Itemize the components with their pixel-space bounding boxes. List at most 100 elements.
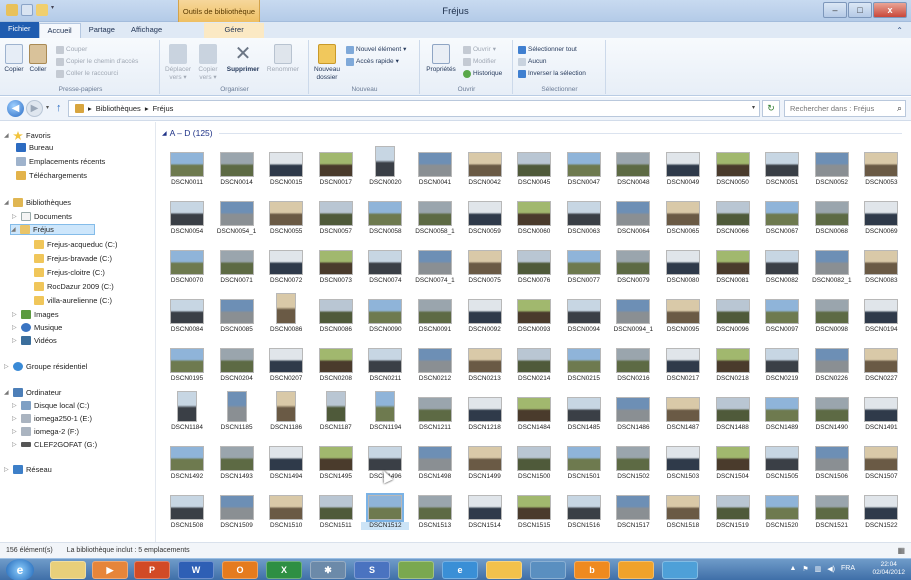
file-thumbnail[interactable]: DSCN1490 [808,397,856,432]
edit-button[interactable]: Modifier [463,58,496,66]
new-item-button[interactable]: Nouvel élément ▾ [346,46,406,54]
file-thumbnail[interactable]: DSCN1512 [361,493,410,530]
file-thumbnail[interactable]: DSCN0217 [659,348,707,383]
back-button[interactable]: ◀ [7,100,24,117]
file-thumbnail[interactable]: DSCN0069 [857,201,905,236]
file-thumbnail[interactable]: DSCN0097 [758,299,806,334]
file-thumbnail[interactable]: DSCN0077 [560,250,608,285]
screen-taskbar-icon[interactable] [662,561,698,579]
file-thumbnail[interactable]: DSCN0094_1 [609,299,657,334]
expand-arrow-icon[interactable]: ▷ [4,363,10,370]
file-thumbnail[interactable]: DSCN0076 [510,250,558,285]
file-thumbnail[interactable]: DSCN0070 [163,250,211,285]
file-thumbnail[interactable]: DSCN1510 [262,495,310,530]
file-thumbnail[interactable]: DSCN0065 [659,201,707,236]
file-thumbnail[interactable]: DSCN0058_1 [411,201,459,236]
file-thumbnail[interactable]: DSCN1521 [808,495,856,530]
nav-frejus[interactable]: ◢ Fréjus [10,224,95,235]
select-all-button[interactable]: Sélectionner tout [518,46,577,54]
cut-button[interactable]: Couper [56,46,87,54]
nav-drive[interactable]: ▷ CLEF2GOFAT (G:) [12,440,97,449]
file-thumbnail[interactable]: DSCN1194 [361,391,409,432]
copy-path-button[interactable]: Copier le chemin d'accès [56,58,138,66]
minimize-button[interactable]: – [823,2,847,18]
volume-icon[interactable]: ◀) [827,565,835,573]
file-thumbnail[interactable]: DSCN1485 [560,397,608,432]
copy-button[interactable]: Copier [4,44,24,74]
file-thumbnail[interactable]: DSCN1508 [163,495,211,530]
file-thumbnail[interactable]: DSCN0074 [361,250,409,285]
tab-gerer[interactable]: Gérer [204,23,265,38]
file-thumbnail[interactable]: DSCN1517 [609,495,657,530]
file-thumbnail[interactable]: DSCN1522 [857,495,905,530]
file-thumbnail[interactable]: DSCN0219 [758,348,806,383]
file-thumbnail[interactable]: DSCN0074_1 [411,250,459,285]
file-thumbnail[interactable]: DSCN1514 [461,495,509,530]
file-thumbnail[interactable]: DSCN1501 [560,446,608,481]
file-thumbnail[interactable]: DSCN0015 [262,152,310,187]
file-thumbnail[interactable]: DSCN0083 [857,250,905,285]
file-thumbnail[interactable]: DSCN0207 [262,348,310,383]
file-thumbnail[interactable]: DSCN0071 [213,250,261,285]
file-thumbnail[interactable]: DSCN1495 [312,446,360,481]
file-thumbnail[interactable]: DSCN0057 [312,201,360,236]
file-thumbnail[interactable]: DSCN0090 [361,299,409,334]
expand-arrow-icon[interactable]: ▷ [4,466,10,473]
collapse-arrow-icon[interactable]: ◢ [4,132,10,139]
file-thumbnail[interactable]: DSCN1211 [411,397,459,432]
nav-bibliotheques[interactable]: ◢ Bibliothèques [4,198,71,207]
file-thumbnail[interactable]: DSCN0213 [461,348,509,383]
nav-frejus-sub[interactable]: Frejus-cloitre (C:) [34,268,105,277]
file-thumbnail[interactable]: DSCN1515 [510,495,558,530]
file-thumbnail[interactable]: DSCN0208 [312,348,360,383]
file-thumbnail[interactable]: DSCN0011 [163,152,211,187]
language-indicator[interactable]: FRA [841,565,855,573]
group-header[interactable]: ◢ A – D (125) [162,128,902,138]
file-thumbnail[interactable]: DSCN0080 [659,250,707,285]
clock[interactable]: 22:04 02/04/2012 [872,561,905,577]
file-thumbnail[interactable]: DSCN0020 [361,146,409,187]
file-thumbnail[interactable]: DSCN0051 [758,152,806,187]
file-thumbnail[interactable]: DSCN0082_1 [808,250,856,285]
nav-frejus-sub[interactable]: Frejus-bravade (C:) [34,254,112,263]
delete-button[interactable]: ✕ Supprimer [225,44,261,74]
word-taskbar-icon[interactable]: W [178,561,214,579]
expand-arrow-icon[interactable]: ▷ [12,311,18,318]
file-thumbnail[interactable]: DSCN0064 [609,201,657,236]
chart-taskbar-icon[interactable] [530,561,566,579]
file-thumbnail[interactable]: DSCN0204 [213,348,261,383]
excel-taskbar-icon[interactable]: X [266,561,302,579]
recent-locations-dropdown-icon[interactable]: ▾ [46,104,49,111]
file-thumbnail[interactable]: DSCN0073 [312,250,360,285]
expand-arrow-icon[interactable]: ▷ [12,337,18,344]
file-thumbnail[interactable]: DSCN1492 [163,446,211,481]
file-thumbnail[interactable]: DSCN0050 [709,152,757,187]
file-thumbnail[interactable]: DSCN0053 [857,152,905,187]
file-thumbnail[interactable]: DSCN1488 [709,397,757,432]
tab-fichier[interactable]: Fichier [0,22,39,38]
file-thumbnail[interactable]: DSCN0086 [312,299,360,334]
file-thumbnail[interactable]: DSCN0014 [213,152,261,187]
file-thumbnail[interactable]: DSCN0017 [312,152,360,187]
file-thumbnail[interactable]: DSCN0045 [510,152,558,187]
file-thumbnail[interactable]: DSCN1511 [312,495,360,530]
nav-frejus-sub[interactable]: villa-aurelienne (C:) [34,296,112,305]
open-button[interactable]: Ouvrir ▾ [463,46,496,54]
file-thumbnail[interactable]: DSCN1491 [857,397,905,432]
file-thumbnail[interactable]: DSCN1507 [857,446,905,481]
file-thumbnail[interactable]: DSCN0212 [411,348,459,383]
close-button[interactable]: x [873,2,907,18]
file-thumbnail[interactable]: DSCN0066 [709,201,757,236]
explorer-taskbar-icon[interactable] [50,561,86,579]
nav-drive[interactable]: ▷ Disque local (C:) [12,401,89,410]
network-tray-icon[interactable]: ▥ [815,565,822,573]
file-thumbnail[interactable]: DSCN0093 [510,299,558,334]
photo-gallery-taskbar-icon[interactable] [398,561,434,579]
file-thumbnail[interactable]: DSCN0059 [461,201,509,236]
file-thumbnail[interactable]: DSCN1185 [213,391,261,432]
file-thumbnail[interactable]: DSCN0054_1 [213,201,261,236]
file-thumbnail[interactable]: DSCN0055 [262,201,310,236]
easy-access-button[interactable]: Accès rapide ▾ [346,58,399,66]
file-thumbnail[interactable]: DSCN1499 [461,446,509,481]
file-thumbnail[interactable]: DSCN1516 [560,495,608,530]
